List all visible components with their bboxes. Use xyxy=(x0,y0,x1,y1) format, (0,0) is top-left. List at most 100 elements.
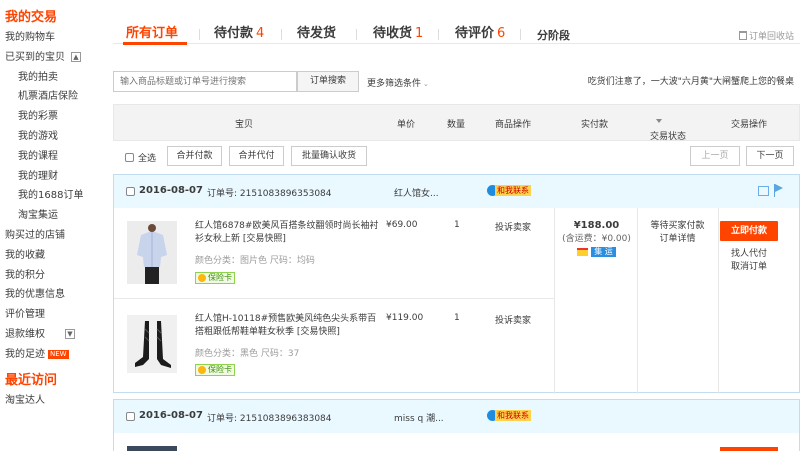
pay-now-button[interactable]: 立即付款 xyxy=(720,221,778,241)
order-search-button[interactable]: 订单搜索 xyxy=(297,71,359,92)
order-checkbox[interactable] xyxy=(126,412,135,421)
order-status: 等待买家付款 订单详情 xyxy=(637,220,718,246)
tab-count: 6 xyxy=(497,26,506,41)
contact-seller-button[interactable]: 和我联系 xyxy=(487,185,531,198)
sidebar-item-reviews[interactable]: 评价管理 xyxy=(5,309,110,329)
proxy-pay-link[interactable]: 找人代付 xyxy=(714,248,784,261)
shipping-fee: (含运费：¥0.00) xyxy=(562,234,631,244)
sidebar-item-label: 退款维权 xyxy=(5,328,45,340)
order-number: 订单号: 2151083896353084 xyxy=(207,189,332,199)
tab-divider xyxy=(520,29,521,40)
shop-name-link[interactable]: miss q 潮... xyxy=(394,411,444,424)
prev-page-button[interactable]: 上一页 xyxy=(690,146,740,166)
sidebar-heading-my-trade[interactable]: 我的交易 xyxy=(5,10,110,32)
product-sku: 颜色分类：图片色 尺码：均码 xyxy=(195,256,315,266)
consolidated-shipping-tag[interactable]: 集 运 xyxy=(591,247,616,257)
product-title-link[interactable]: 红人馆H-10118#预售欧美风纯色尖头系带百搭粗跟低帮鞋单鞋女秋季 [交易快照… xyxy=(195,313,383,339)
share-icon[interactable] xyxy=(758,186,769,196)
more-filters-toggle[interactable]: 更多筛选条件 ⌄ xyxy=(367,76,429,89)
order-detail-link[interactable]: 订单详情 xyxy=(637,233,718,246)
sidebar-item-auction[interactable]: 我的拍卖 xyxy=(5,72,110,92)
header-trade-ops: 交易操作 xyxy=(731,120,768,130)
tab-count: 1 xyxy=(415,26,424,41)
sidebar-item-points[interactable]: 我的积分 xyxy=(5,270,110,290)
sidebar-item-refund[interactable]: 退款维权 ▼ xyxy=(5,328,110,349)
tab-divider xyxy=(438,29,439,40)
sidebar-item-finance[interactable]: 我的理财 xyxy=(5,171,110,191)
batch-confirm-button[interactable]: 批量确认收货 xyxy=(291,146,367,166)
pay-now-button[interactable] xyxy=(720,447,778,451)
product-thumbnail[interactable] xyxy=(127,446,177,451)
complain-seller-link[interactable]: 投诉卖家 xyxy=(495,313,531,326)
cancel-order-link[interactable]: 取消订单 xyxy=(714,261,784,274)
recycle-bin-link[interactable]: 订单回收站 xyxy=(738,29,794,42)
tab-stage[interactable]: 分阶段 xyxy=(537,28,570,44)
sidebar-item-bought[interactable]: 已买到的宝贝 ▲ xyxy=(5,51,110,72)
trash-icon xyxy=(738,31,747,40)
sidebar-item-consolidated[interactable]: 淘宝集运 xyxy=(5,210,110,230)
sidebar-item-travel[interactable]: 机票酒店保险 xyxy=(5,91,110,111)
sidebar-item-courses[interactable]: 我的课程 xyxy=(5,151,110,171)
tab-divider xyxy=(199,29,200,40)
expand-down-icon[interactable]: ▼ xyxy=(65,328,75,339)
unit-price: ¥69.00 xyxy=(386,220,418,230)
header-paid: 实付款 xyxy=(581,120,609,130)
header-unit-price: 单价 xyxy=(397,120,416,130)
sidebar-item-cart[interactable]: 我的购物车 xyxy=(5,32,110,52)
sidebar-item-games[interactable]: 我的游戏 xyxy=(5,131,110,151)
insurance-badge[interactable]: 保险卡 xyxy=(195,364,235,376)
quantity: 1 xyxy=(454,220,460,230)
select-all-label[interactable]: 全选 xyxy=(138,151,156,164)
sidebar-item-label: 我的足迹 xyxy=(5,348,45,360)
collapse-up-icon[interactable]: ▲ xyxy=(71,51,81,62)
product-title-link[interactable]: 红人馆6878#欧美风百搭条纹翻领时尚长袖衬衫女秋上新 [交易快照] xyxy=(195,220,383,246)
order-card: 2016-08-07 订单号: 2151083896353084 红人馆女...… xyxy=(113,174,800,394)
header-status: 交易状态 xyxy=(650,132,687,142)
tab-review[interactable]: 待评价 6 xyxy=(455,26,505,42)
merge-proxy-pay-button[interactable]: 合并代付 xyxy=(229,146,284,166)
product-thumbnail[interactable] xyxy=(127,315,177,373)
tab-divider xyxy=(281,29,282,40)
sidebar-item-1688[interactable]: 我的1688订单 xyxy=(5,190,110,210)
order-header: 2016-08-07 订单号: 2151083896383084 miss q … xyxy=(114,400,799,433)
tab-all-orders[interactable]: 所有订单 xyxy=(126,26,178,42)
sidebar-item-coupons[interactable]: 我的优惠信息 xyxy=(5,289,110,309)
sidebar-heading-recent: 最近访问 xyxy=(5,372,58,388)
order-checkbox[interactable] xyxy=(126,187,135,196)
sidebar-item-lottery[interactable]: 我的彩票 xyxy=(5,111,110,131)
sidebar-item-recent-talent[interactable]: 淘宝达人 xyxy=(5,395,110,415)
header-item-ops: 商品操作 xyxy=(495,120,532,130)
bulk-actions-bar: 全选 合并付款 合并代付 批量确认收货 上一页 下一页 xyxy=(113,146,800,168)
sidebar: 我的交易 我的购物车 已买到的宝贝 ▲ 我的拍卖 机票酒店保险 我的彩票 我的游戏… xyxy=(0,0,110,451)
caret-down-icon xyxy=(656,119,662,123)
tab-unpaid[interactable]: 待付款 4 xyxy=(214,26,264,42)
sidebar-item-footprint[interactable]: 我的足迹 NEW xyxy=(5,349,110,369)
header-status-filter[interactable]: 交易状态 xyxy=(650,117,686,142)
new-badge: NEW xyxy=(48,349,69,359)
complain-seller-link[interactable]: 投诉卖家 xyxy=(495,220,531,233)
order-header: 2016-08-07 订单号: 2151083896353084 红人馆女...… xyxy=(114,175,799,208)
select-all-checkbox[interactable] xyxy=(125,153,134,162)
order-item-row: 红人馆H-10118#预售欧美风纯色尖头系带百搭粗跟低帮鞋单鞋女秋季 [交易快照… xyxy=(114,299,554,394)
product-thumbnail[interactable] xyxy=(127,221,177,284)
order-date: 2016-08-07 xyxy=(139,410,203,421)
merge-pay-button[interactable]: 合并付款 xyxy=(167,146,222,166)
tab-unshipped[interactable]: 待发货 xyxy=(297,26,336,42)
order-item-row: 红人馆6878#欧美风百搭条纹翻领时尚长袖衬衫女秋上新 [交易快照] 颜色分类：… xyxy=(114,208,554,298)
promo-notice[interactable]: 吃货们注意了，一大波"六月黄"大闸蟹爬上您的餐桌 xyxy=(588,74,794,87)
order-total: ¥188.00 (含运费：¥0.00) 集 运 xyxy=(556,220,637,258)
contact-seller-button[interactable]: 和我联系 xyxy=(487,410,531,423)
next-page-button[interactable]: 下一页 xyxy=(746,146,794,166)
tab-label: 待付款 xyxy=(214,26,254,41)
sidebar-item-stores[interactable]: 购买过的店铺 xyxy=(5,230,110,250)
tab-receiving[interactable]: 待收货 1 xyxy=(373,26,423,42)
insurance-badge[interactable]: 保险卡 xyxy=(195,272,235,284)
tab-label: 待评价 xyxy=(455,26,495,41)
flag-icon[interactable] xyxy=(774,184,785,197)
order-table-header: 宝贝 单价 数量 商品操作 实付款 交易状态 交易操作 xyxy=(113,104,800,142)
order-search-input[interactable] xyxy=(113,71,297,92)
order-actions: 找人代付 取消订单 xyxy=(714,248,784,274)
shop-name-link[interactable]: 红人馆女... xyxy=(394,186,439,199)
sidebar-item-favorites[interactable]: 我的收藏 xyxy=(5,250,110,270)
main-content: 所有订单 待付款4 待发货 待收货1 待评价6 分阶段 订单回收站 订单搜索 更… xyxy=(113,0,800,451)
